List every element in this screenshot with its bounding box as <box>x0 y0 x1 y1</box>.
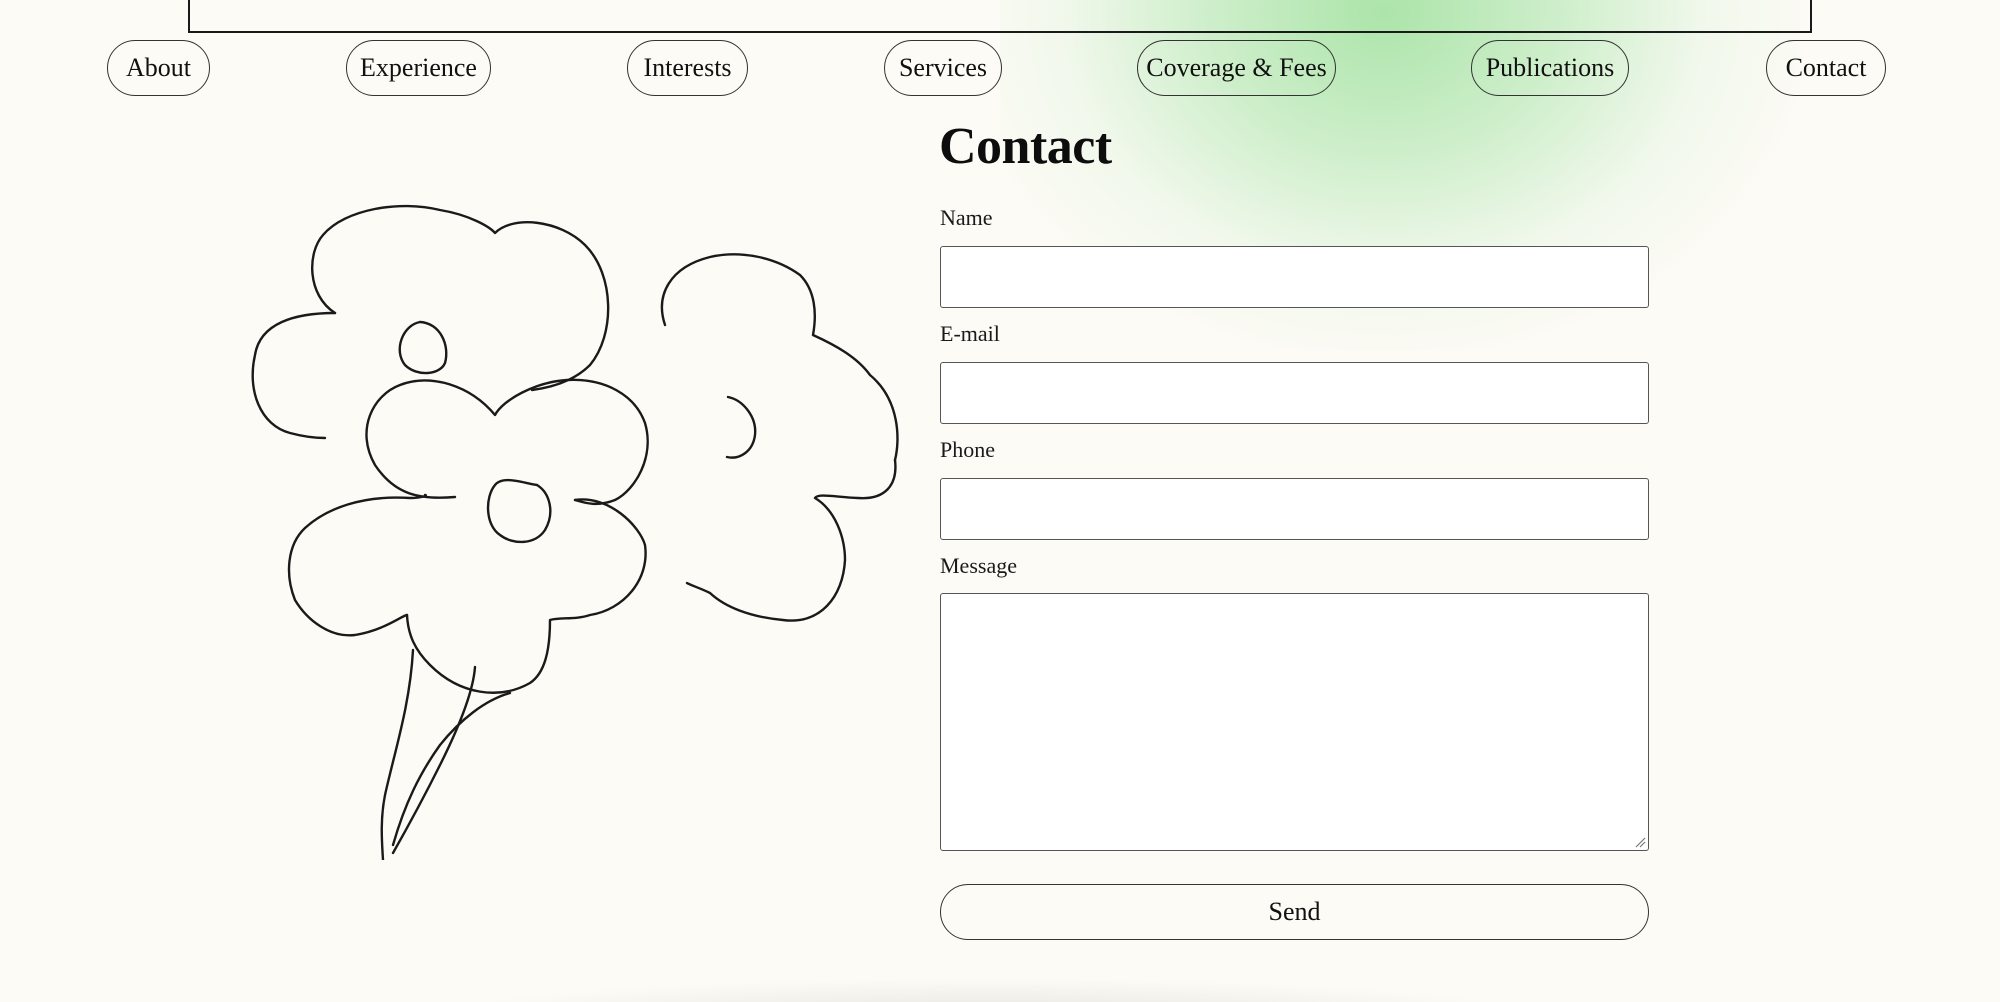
phone-field[interactable] <box>940 478 1649 540</box>
flower-bouquet-illustration <box>251 204 899 860</box>
nav-interests[interactable]: Interests <box>627 40 748 96</box>
page-title: Contact <box>939 118 1112 175</box>
name-label: Name <box>940 205 993 230</box>
nav-services[interactable]: Services <box>884 40 1002 96</box>
nav-coverage-fees[interactable]: Coverage & Fees <box>1137 40 1336 96</box>
nav-publications[interactable]: Publications <box>1471 40 1629 96</box>
message-field[interactable] <box>940 593 1649 851</box>
header-frame <box>188 0 1812 33</box>
send-button[interactable]: Send <box>940 884 1649 940</box>
email-label: E-mail <box>940 321 1000 346</box>
resize-handle-icon[interactable] <box>1634 836 1646 848</box>
nav-experience[interactable]: Experience <box>346 40 491 96</box>
nav-contact[interactable]: Contact <box>1766 40 1886 96</box>
footer-shadow-decoration <box>420 978 1560 1002</box>
contact-page: About Experience Interests Services Cove… <box>0 0 2000 1002</box>
name-field[interactable] <box>940 246 1649 308</box>
nav-about[interactable]: About <box>107 40 210 96</box>
email-field[interactable] <box>940 362 1649 424</box>
phone-label: Phone <box>940 437 995 462</box>
message-label: Message <box>940 553 1017 578</box>
main-nav: About Experience Interests Services Cove… <box>0 40 2000 96</box>
